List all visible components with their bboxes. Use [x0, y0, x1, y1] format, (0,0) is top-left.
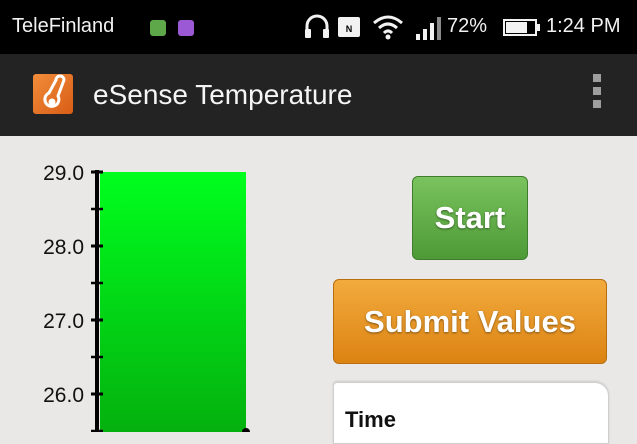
nfc-icon: N	[338, 17, 360, 37]
carrier-name: TeleFinland	[12, 15, 115, 37]
y-tick-label: 28.0	[43, 236, 84, 259]
overflow-menu-icon[interactable]	[590, 74, 604, 114]
app-notification-icon	[178, 20, 194, 36]
battery-percent: 72%	[447, 15, 488, 37]
app-bar: eSense Temperature	[0, 54, 637, 136]
svg-text:N: N	[346, 24, 353, 34]
time-column-header: Time	[345, 407, 396, 432]
headphones-icon	[305, 14, 329, 38]
wifi-icon	[373, 15, 403, 40]
bar	[100, 172, 246, 432]
y-tick-label: 29.0	[43, 162, 84, 185]
y-tick-label: 26.0	[43, 384, 84, 407]
clock: 1:24 PM	[546, 15, 621, 37]
status-bar: TeleFinland N 72% 1:24 PM	[0, 0, 637, 54]
temperature-chart: 29.0 28.0 27.0 26.0	[43, 162, 250, 432]
values-table: Time	[333, 382, 609, 444]
battery-icon	[503, 19, 540, 36]
app-title: eSense Temperature	[93, 79, 353, 110]
app-notification-icon	[150, 20, 166, 36]
thermometer-icon	[33, 74, 73, 114]
start-button[interactable]: Start	[412, 176, 528, 260]
signal-icon	[416, 17, 441, 40]
y-tick-label: 27.0	[43, 310, 84, 333]
submit-values-button[interactable]: Submit Values	[333, 279, 607, 364]
